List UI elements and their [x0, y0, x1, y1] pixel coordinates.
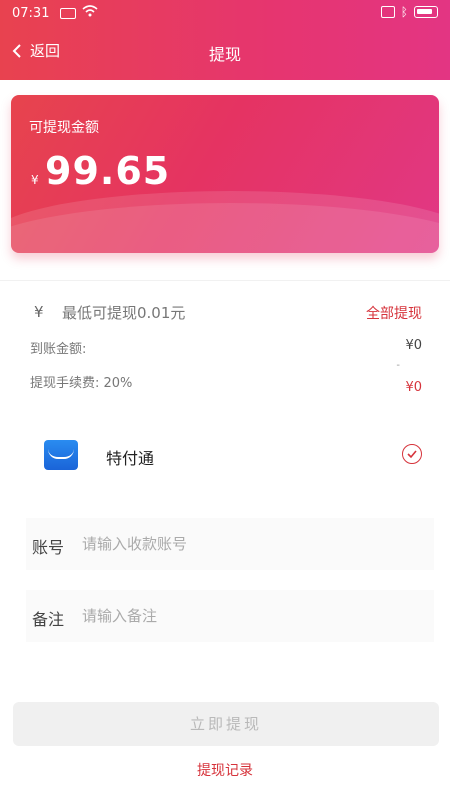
received-amount-label: 到账金额:: [30, 342, 87, 357]
tefutong-logo-icon: [44, 440, 78, 470]
note-field: 备注: [26, 590, 434, 642]
account-label: 账号: [32, 538, 65, 557]
note-label: 备注: [32, 610, 65, 629]
battery-icon: [414, 6, 438, 18]
status-bar: 07:31 ᛒ: [0, 0, 450, 28]
withdraw-records-link[interactable]: 提现记录: [0, 760, 450, 780]
amount-currency: ¥: [34, 303, 44, 321]
payment-method-name: 特付通: [106, 449, 155, 468]
page-title: 提现: [208, 45, 241, 64]
balance-currency: ¥: [31, 173, 39, 187]
check-circle-icon[interactable]: [402, 444, 422, 464]
balance-amount: 99.65: [45, 149, 171, 193]
account-input[interactable]: [82, 530, 412, 558]
received-amount-value: ¥0: [405, 338, 422, 353]
withdraw-all-button[interactable]: 全部提现: [366, 303, 422, 323]
withdraw-screen: 07:31 ᛒ 返回 提现 可提现金额 ¥ 99.65 ¥ 最低可提现0.01元…: [0, 0, 450, 800]
note-input[interactable]: [82, 602, 412, 630]
balance-label: 可提现金额: [29, 120, 99, 136]
fee-dash: -: [396, 360, 400, 371]
payment-method-option[interactable]: 特付通: [0, 430, 450, 480]
min-withdraw-hint[interactable]: 最低可提现0.01元: [62, 302, 185, 323]
bluetooth-icon: ᛒ: [400, 5, 408, 19]
card-wave-decoration-2: [11, 191, 439, 253]
status-icons: ᛒ: [380, 5, 438, 19]
vibrate-icon: [380, 6, 395, 18]
account-field: 账号: [26, 518, 434, 570]
status-time: 07:31: [12, 6, 50, 21]
message-icon: [60, 8, 76, 19]
wifi-icon: [82, 4, 98, 22]
navigation-bar: 返回 提现: [0, 30, 450, 74]
withdraw-now-button[interactable]: 立即提现: [13, 702, 439, 746]
fee-value: ¥0: [405, 380, 422, 395]
divider: [0, 280, 450, 281]
withdraw-amount-row: ¥ 最低可提现0.01元 全部提现: [0, 300, 450, 328]
fee-label: 提现手续费: 20%: [30, 376, 133, 391]
balance-card: 可提现金额 ¥ 99.65: [11, 95, 439, 253]
